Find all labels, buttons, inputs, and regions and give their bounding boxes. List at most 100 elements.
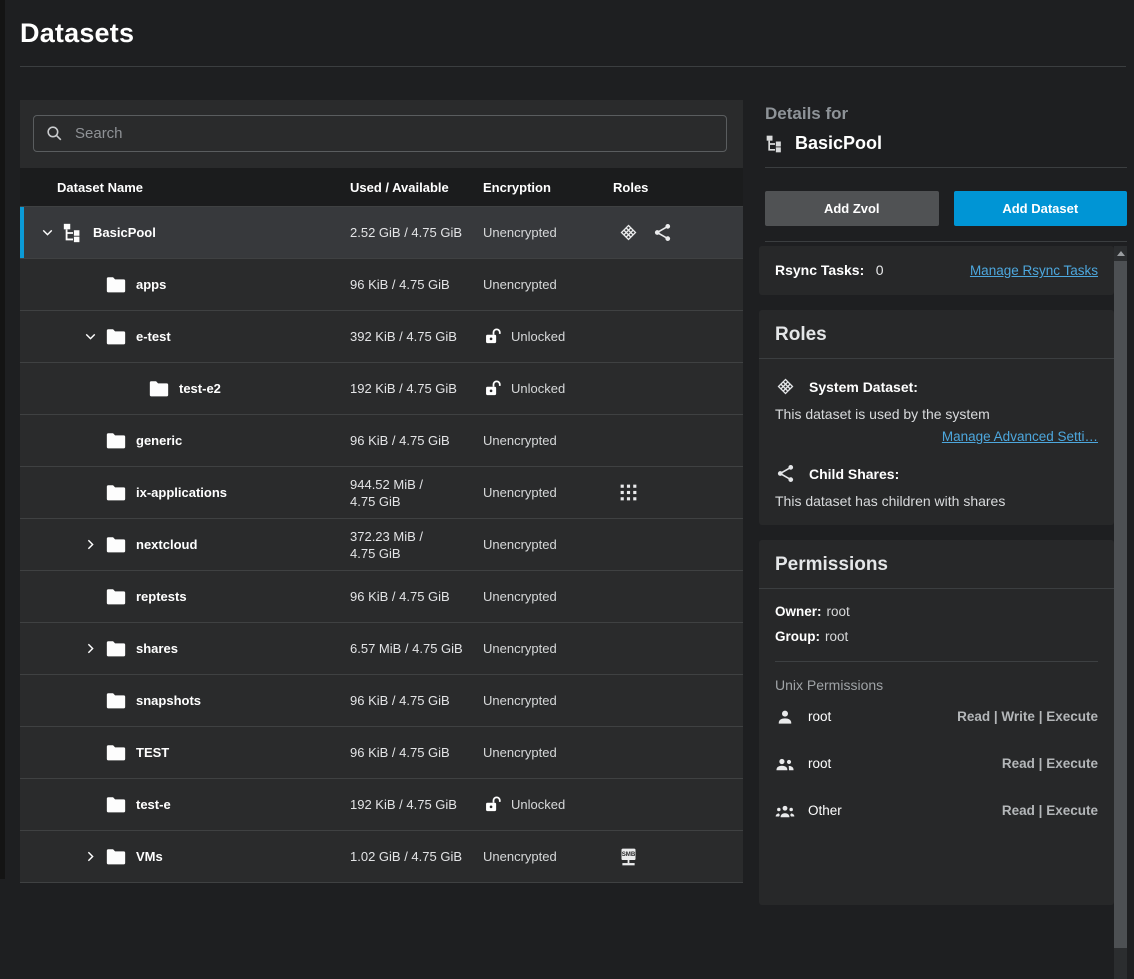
table-row[interactable]: nextcloud372.23 MiB /4.75 GiBUnencrypted — [20, 518, 743, 570]
chevron-right-icon[interactable] — [78, 533, 102, 557]
smb-icon: SMB — [618, 846, 639, 867]
group-value: root — [825, 629, 848, 644]
table-row[interactable]: e-test392 KiB / 4.75 GiBUnlocked — [20, 310, 743, 362]
groups-icon — [775, 801, 795, 821]
table-row[interactable]: ix-applications944.52 MiB /4.75 GiBUnenc… — [20, 466, 743, 518]
manage-advanced-settings-link[interactable]: Manage Advanced Setti… — [942, 429, 1098, 444]
used-available-value: 372.23 MiB /4.75 GiB — [350, 528, 483, 562]
add-dataset-button[interactable]: Add Dataset — [954, 191, 1128, 226]
chevron-down-icon[interactable] — [78, 325, 102, 349]
used-available-value: 2.52 GiB / 4.75 GiB — [350, 224, 483, 241]
divider — [765, 241, 1127, 242]
used-available-value: 192 KiB / 4.75 GiB — [350, 380, 483, 397]
chevron-right-icon[interactable] — [78, 637, 102, 661]
search-input[interactable] — [34, 116, 726, 151]
table-row[interactable]: reptests96 KiB / 4.75 GiBUnencrypted — [20, 570, 743, 622]
table-body: BasicPool2.52 GiB / 4.75 GiBUnencrypteda… — [20, 206, 743, 883]
folder-icon — [105, 586, 127, 608]
folder-icon — [105, 274, 127, 296]
table-row[interactable]: generic 96 KiB / 4.75 GiBUnencrypted — [20, 414, 743, 466]
table-row[interactable]: shares6.57 MiB / 4.75 GiBUnencrypted — [20, 622, 743, 674]
roles-cell: SMB — [613, 846, 743, 867]
folder-icon — [105, 534, 127, 556]
group-label: Group: — [775, 629, 820, 644]
rsync-tasks-label: Rsync Tasks: — [775, 262, 864, 278]
permissions-card: Permissions Owner:root Group:root Unix P… — [759, 540, 1114, 905]
folder-icon — [105, 742, 127, 764]
encryption-value: Unlocked — [483, 378, 613, 399]
encryption-value: Unencrypted — [483, 849, 613, 864]
dataset-name-label: reptests — [136, 589, 187, 604]
column-used-available[interactable]: Used / Available — [350, 180, 483, 195]
system-dataset-icon — [775, 376, 796, 397]
system-dataset-icon — [618, 222, 639, 243]
permission-values: Read | Execute — [1002, 756, 1098, 771]
table-row[interactable]: test-e192 KiB / 4.75 GiBUnlocked — [20, 778, 743, 830]
divider — [759, 358, 1114, 359]
encryption-value: Unencrypted — [483, 433, 613, 448]
roles-cell — [613, 482, 743, 503]
scrollbar-up-arrow[interactable] — [1114, 246, 1127, 261]
dataset-name-label: test-e2 — [179, 381, 221, 396]
chevron-spacer — [78, 741, 102, 765]
used-available-value: 6.57 MiB / 4.75 GiB — [350, 640, 483, 657]
people-icon — [775, 754, 795, 774]
details-dataset-name: BasicPool — [795, 133, 882, 154]
table-row[interactable]: TEST96 KiB / 4.75 GiBUnencrypted — [20, 726, 743, 778]
manage-rsync-tasks-link[interactable]: Manage Rsync Tasks — [970, 263, 1098, 278]
folder-icon — [148, 378, 170, 400]
used-available-value: 96 KiB / 4.75 GiB — [350, 692, 483, 709]
column-encryption[interactable]: Encryption — [483, 180, 613, 195]
scrollbar-thumb[interactable] — [1114, 261, 1127, 948]
table-row[interactable]: snapshots96 KiB / 4.75 GiBUnencrypted — [20, 674, 743, 726]
dataset-name-label: generic — [136, 433, 182, 448]
child-shares-icon — [775, 463, 796, 484]
details-scroll-area: Rsync Tasks: 0 Manage Rsync Tasks Roles … — [759, 246, 1127, 979]
table-row[interactable]: test-e2 192 KiB / 4.75 GiBUnlocked — [20, 362, 743, 414]
chevron-spacer — [78, 793, 102, 817]
dataset-name-label: VMs — [136, 849, 163, 864]
child-shares-text: This dataset has children with shares — [775, 493, 1098, 509]
used-available-value: 944.52 MiB /4.75 GiB — [350, 476, 483, 510]
dataset-name-label: e-test — [136, 329, 171, 344]
folder-icon — [105, 430, 127, 452]
permission-entity-name: Other — [808, 803, 842, 818]
unix-permissions-title: Unix Permissions — [775, 677, 1098, 693]
dataset-icon — [765, 134, 785, 154]
table-row[interactable]: VMs1.02 GiB / 4.75 GiBUnencryptedSMB — [20, 830, 743, 882]
system-dataset-text: This dataset is used by the system — [775, 406, 1098, 422]
encryption-value: Unencrypted — [483, 745, 613, 760]
chevron-spacer — [78, 689, 102, 713]
roles-card: Roles System Dataset: This dataset is us… — [759, 310, 1114, 525]
dataset-name-label: snapshots — [136, 693, 201, 708]
chevron-spacer — [78, 481, 102, 505]
table-header: Dataset Name Used / Available Encryption… — [20, 168, 743, 206]
folder-icon — [105, 638, 127, 660]
add-zvol-button[interactable]: Add Zvol — [765, 191, 939, 226]
used-available-value: 192 KiB / 4.75 GiB — [350, 796, 483, 813]
chevron-spacer — [78, 429, 102, 453]
table-row[interactable]: apps96 KiB / 4.75 GiBUnencrypted — [20, 258, 743, 310]
child-shares-label: Child Shares: — [809, 466, 899, 482]
chevron-right-icon[interactable] — [78, 845, 102, 869]
used-available-value: 96 KiB / 4.75 GiB — [350, 432, 483, 449]
dataset-name-label: nextcloud — [136, 537, 197, 552]
permission-values: Read | Write | Execute — [957, 709, 1098, 724]
dataset-name-label: apps — [136, 277, 166, 292]
search-box[interactable] — [33, 115, 727, 152]
lock-open-icon — [483, 794, 504, 815]
chevron-down-icon[interactable] — [35, 221, 59, 245]
dataset-name-label: BasicPool — [93, 225, 156, 240]
table-row[interactable]: BasicPool2.52 GiB / 4.75 GiBUnencrypted — [20, 206, 743, 258]
folder-icon — [105, 326, 127, 348]
encryption-value: Unencrypted — [483, 277, 613, 292]
dataset-name-label: ix-applications — [136, 485, 227, 500]
details-for-label: Details for — [765, 104, 1127, 124]
column-roles[interactable]: Roles — [613, 180, 743, 195]
chevron-spacer — [78, 273, 102, 297]
lock-open-icon — [483, 378, 504, 399]
folder-icon — [105, 846, 127, 868]
encryption-value: Unencrypted — [483, 589, 613, 604]
column-dataset-name[interactable]: Dataset Name — [20, 180, 350, 195]
encryption-value: Unlocked — [483, 794, 613, 815]
